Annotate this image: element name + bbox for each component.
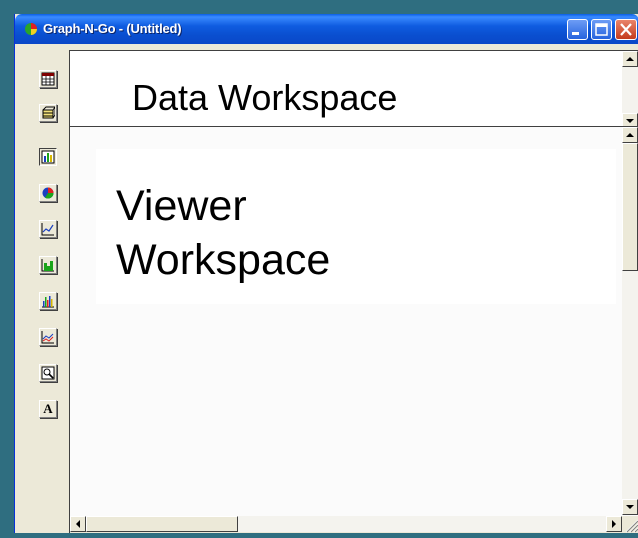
scroll-up-button[interactable] bbox=[622, 127, 638, 143]
multi-bar-chart-button[interactable] bbox=[39, 292, 57, 310]
vertical-scroll-thumb[interactable] bbox=[622, 143, 638, 271]
app-window: Graph-N-Go - (Untitled) A Data Workspace… bbox=[14, 14, 638, 533]
text-tool-button[interactable]: A bbox=[39, 400, 57, 418]
vertical-toolbar: A bbox=[15, 44, 67, 533]
minimize-button[interactable] bbox=[567, 19, 588, 40]
database-button[interactable] bbox=[39, 104, 57, 122]
app-pie-icon bbox=[25, 23, 37, 35]
bar-chart-button[interactable] bbox=[39, 148, 57, 166]
viewer-workspace[interactable]: Viewer Workspace bbox=[69, 126, 638, 533]
arrow-down-icon bbox=[626, 505, 634, 509]
viewer-label-line2: Workspace bbox=[116, 236, 331, 284]
multi-line-chart-icon bbox=[41, 331, 54, 344]
arrow-up-icon bbox=[626, 133, 634, 137]
line-chart-icon bbox=[41, 223, 54, 236]
database-icon bbox=[42, 106, 55, 119]
bar-chart-icon bbox=[41, 150, 55, 164]
close-icon bbox=[620, 23, 632, 36]
histogram-button[interactable] bbox=[39, 256, 57, 274]
text-icon: A bbox=[43, 401, 53, 416]
maximize-icon bbox=[595, 23, 608, 36]
histogram-icon bbox=[41, 259, 54, 272]
spreadsheet-button[interactable] bbox=[39, 70, 57, 88]
data-workspace-label: Data Workspace bbox=[132, 77, 398, 118]
arrow-left-icon bbox=[76, 520, 80, 528]
maximize-button[interactable] bbox=[591, 19, 612, 40]
horizontal-scroll-thumb[interactable] bbox=[86, 516, 238, 532]
window-title: Graph-N-Go - (Untitled) bbox=[43, 21, 182, 36]
viewer-horizontal-scrollbar[interactable] bbox=[70, 516, 622, 533]
viewer-workspace-label: Viewer Workspace bbox=[116, 179, 330, 287]
scroll-up-button[interactable] bbox=[622, 51, 638, 67]
multi-bar-chart-icon bbox=[42, 296, 54, 308]
zoom-chart-button[interactable] bbox=[39, 364, 57, 382]
scroll-left-button[interactable] bbox=[70, 516, 86, 532]
arrow-right-icon bbox=[612, 520, 616, 528]
resize-grip-icon bbox=[625, 519, 638, 533]
size-grip[interactable] bbox=[622, 516, 638, 533]
arrow-down-icon bbox=[626, 119, 634, 123]
viewer-vertical-scrollbar[interactable] bbox=[622, 127, 638, 515]
line-chart-button[interactable] bbox=[39, 220, 57, 238]
scroll-down-button[interactable] bbox=[622, 499, 638, 515]
pie-chart-icon bbox=[42, 187, 54, 199]
data-workspace[interactable]: Data Workspace bbox=[69, 50, 638, 130]
viewer-label-line1: Viewer bbox=[116, 182, 247, 230]
spreadsheet-icon bbox=[41, 72, 55, 86]
scroll-track[interactable] bbox=[622, 67, 638, 113]
arrow-up-icon bbox=[626, 57, 634, 61]
scroll-right-button[interactable] bbox=[606, 516, 622, 532]
close-button[interactable] bbox=[615, 19, 637, 40]
multi-line-chart-button[interactable] bbox=[39, 328, 57, 346]
minimize-icon bbox=[572, 32, 579, 35]
zoom-chart-icon bbox=[41, 366, 55, 380]
title-bar[interactable]: Graph-N-Go - (Untitled) bbox=[15, 14, 638, 44]
data-workspace-vertical-scrollbar[interactable] bbox=[622, 51, 638, 129]
pie-chart-button[interactable] bbox=[39, 184, 57, 202]
